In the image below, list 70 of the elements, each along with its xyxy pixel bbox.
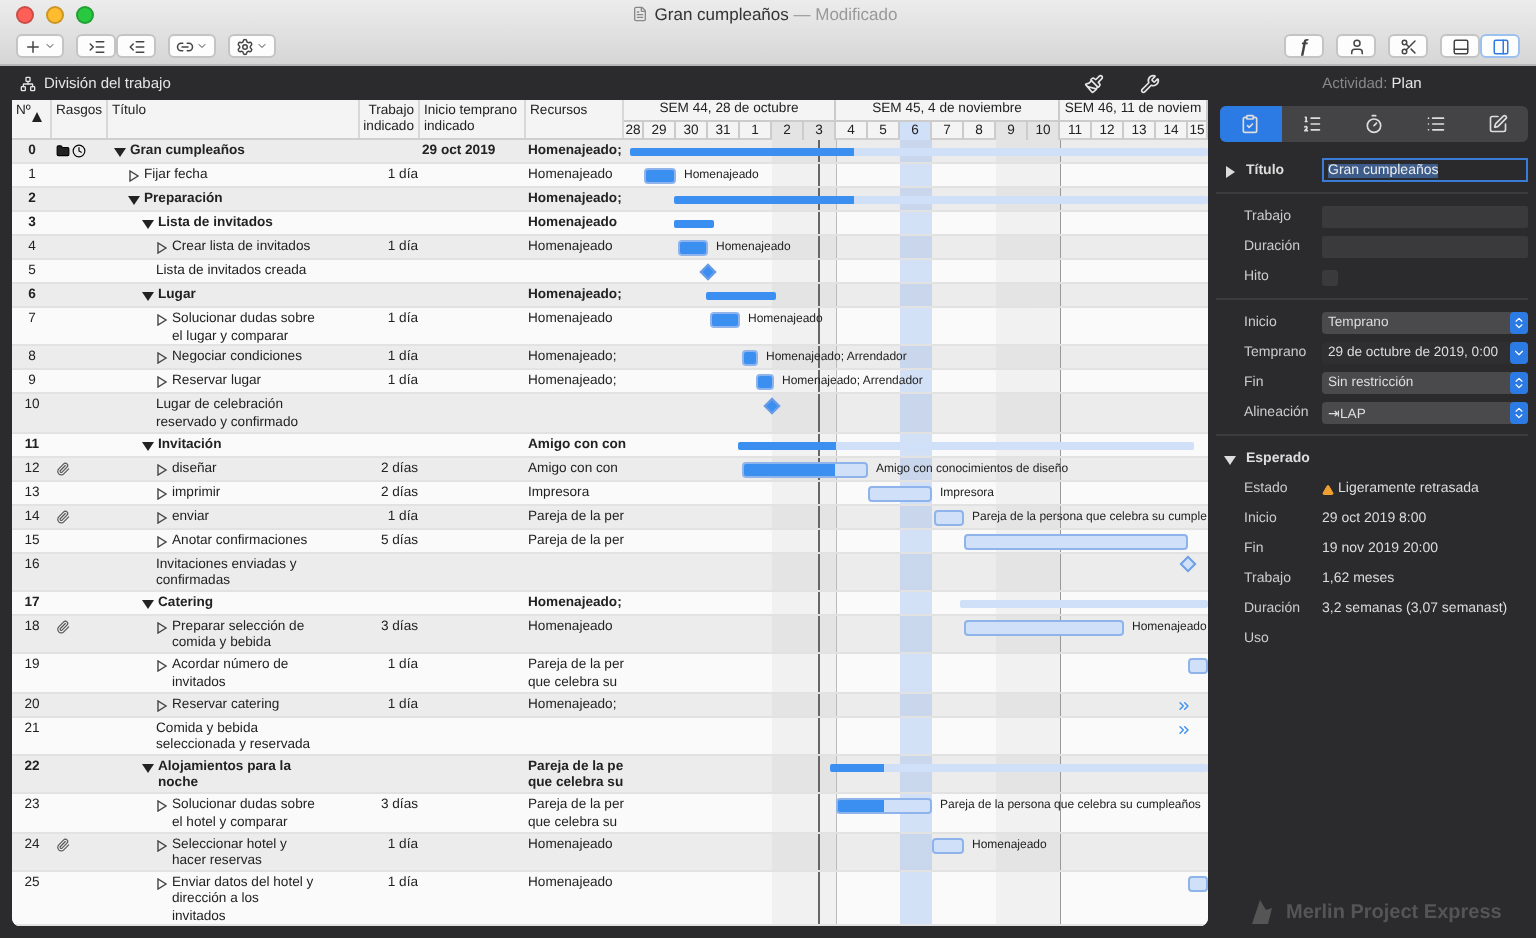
tools-button[interactable] xyxy=(1388,34,1428,58)
caret-icon[interactable] xyxy=(196,40,208,52)
add-button[interactable] xyxy=(16,34,64,58)
double-chevron-icon[interactable] xyxy=(1176,721,1192,738)
expanded-triangle-icon[interactable] xyxy=(114,146,126,158)
task-bar[interactable] xyxy=(644,168,676,184)
bottom-panel-icon[interactable] xyxy=(1451,37,1469,55)
expanded-triangle-icon[interactable] xyxy=(142,761,154,774)
side-panel-icon[interactable] xyxy=(1491,37,1509,55)
outdent-button[interactable] xyxy=(116,34,156,58)
wrench-icon[interactable] xyxy=(1140,73,1160,93)
summary-bar[interactable] xyxy=(738,441,1194,450)
task-bar[interactable] xyxy=(742,461,868,478)
person-icon[interactable] xyxy=(1347,37,1365,55)
wizard-hat-icon xyxy=(1248,898,1276,926)
task-triangle-icon[interactable] xyxy=(128,170,140,182)
warning-icon xyxy=(1322,483,1334,495)
scissors-icon[interactable] xyxy=(1399,37,1417,55)
stepper-icon[interactable] xyxy=(1512,376,1526,390)
link-button[interactable] xyxy=(168,34,216,58)
task-triangle-icon[interactable] xyxy=(156,699,168,712)
close-icon[interactable] xyxy=(16,5,34,23)
task-triangle-icon[interactable] xyxy=(156,660,168,673)
expanded-triangle-icon[interactable] xyxy=(142,290,154,302)
inspector-tab[interactable] xyxy=(1220,106,1282,142)
task-triangle-icon[interactable] xyxy=(156,314,168,326)
settings-button[interactable] xyxy=(228,34,276,58)
stepper-icon[interactable] xyxy=(1512,316,1526,330)
expanded-triangle-icon[interactable] xyxy=(142,439,154,452)
plus-icon[interactable] xyxy=(24,37,42,55)
task-bar[interactable] xyxy=(710,312,740,328)
task-triangle-icon[interactable] xyxy=(156,877,168,890)
zoom-icon[interactable] xyxy=(76,5,94,23)
timer-icon[interactable] xyxy=(1363,114,1384,134)
expanded-triangle-icon[interactable] xyxy=(142,597,154,610)
bottom-panel-toggle[interactable] xyxy=(1440,34,1480,58)
brush-icon[interactable] xyxy=(1084,73,1104,93)
task-triangle-icon[interactable] xyxy=(156,800,168,813)
side-panel-toggle[interactable] xyxy=(1480,34,1520,58)
task-triangle-icon[interactable] xyxy=(156,621,168,634)
stepper-icon[interactable] xyxy=(1512,406,1526,420)
window-title: Gran cumpleaños — Modificado xyxy=(654,4,898,24)
expanded-triangle-icon[interactable] xyxy=(142,218,154,230)
double-chevron-icon[interactable] xyxy=(1176,697,1192,714)
summary-bar[interactable] xyxy=(830,763,1208,772)
task-bar[interactable] xyxy=(836,798,932,815)
expanded-triangle-icon[interactable] xyxy=(128,194,140,206)
expanded-triangle-icon[interactable] xyxy=(1224,454,1236,466)
task-triangle-icon[interactable] xyxy=(156,839,168,852)
collapsed-triangle-icon[interactable] xyxy=(1224,165,1236,177)
document-icon xyxy=(632,6,649,22)
task-triangle-icon[interactable] xyxy=(156,242,168,254)
indent-icon[interactable] xyxy=(87,37,105,55)
clock-icon xyxy=(72,144,86,158)
task-bar[interactable] xyxy=(756,374,774,391)
pencil-square-icon[interactable] xyxy=(1487,114,1508,134)
hierarchy-icon xyxy=(20,75,36,91)
caret-icon[interactable] xyxy=(256,40,268,52)
caret-icon[interactable] xyxy=(1512,346,1526,360)
indent-button[interactable] xyxy=(76,34,116,58)
settings-icon[interactable] xyxy=(236,37,254,55)
function-button[interactable]: ƒ xyxy=(1284,34,1324,58)
folder-icon xyxy=(56,144,70,158)
resource-button[interactable] xyxy=(1336,34,1376,58)
clipboard-check-icon[interactable] xyxy=(1240,114,1261,134)
link-icon[interactable] xyxy=(176,37,194,55)
task-bar[interactable] xyxy=(742,350,758,367)
caret-icon[interactable] xyxy=(44,40,56,52)
outdent-icon[interactable] xyxy=(127,37,145,55)
numbered-list-icon[interactable] xyxy=(1302,114,1323,134)
